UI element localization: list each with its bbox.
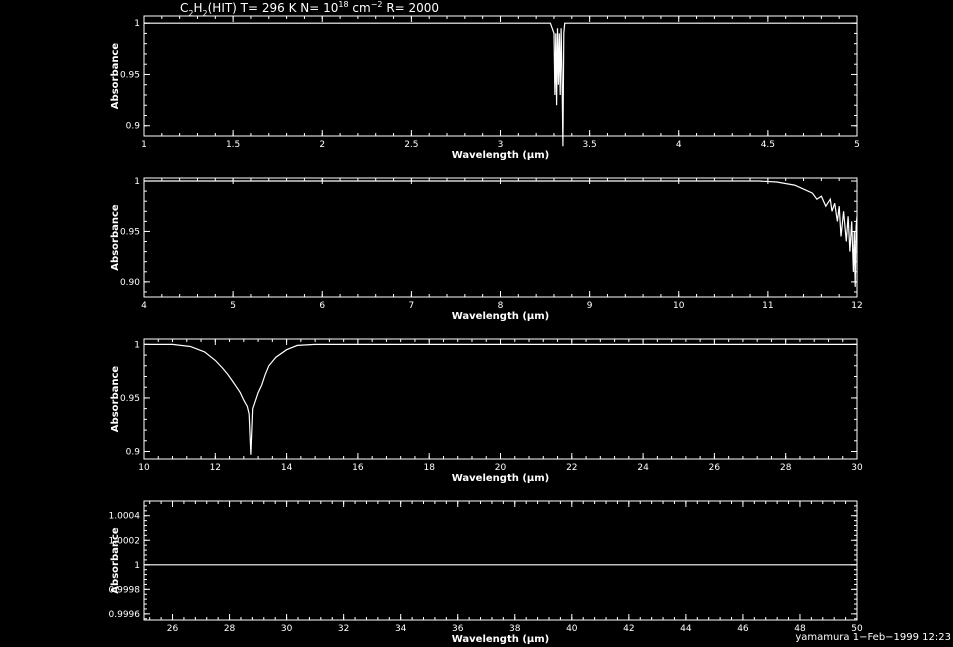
x-tick-label: 5 [230,301,236,311]
chart-panel-4: 26 28 30 32 34 36 38 40 42 44 46 48 500.99960.999811… [109,500,863,645]
x-tick-label: 4 [676,140,682,150]
spectrum-line [144,22,857,147]
y-tick-label: 0.9 [126,448,141,458]
y-tick-label: 0.90 [120,278,140,288]
spectrum-figure: C2H2(HIT) T= 296 K N= 1018 cm−2 R= 2000 … [109,0,952,645]
y-tick-label: 0.95 [120,394,140,404]
x-tick-label: 6 [319,301,325,311]
x-tick-label: 8 [498,301,504,311]
x-tick-label: 12 [210,463,221,473]
y-axis-label: Absorbance [110,204,121,271]
x-tick-label: 5 [854,140,860,150]
y-axis-label: Absorbance [110,527,121,594]
x-tick-label: 10 [138,463,150,473]
y-tick-label: 1 [134,561,140,571]
y-axis-label: Absorbance [110,366,121,433]
x-tick-label: 11 [762,301,773,311]
chart-panel-2: 4 5 6 7 8 9 10 11 12 0.90 0.95 1 Wavelength (μm) Abso… [110,177,863,322]
chart-panels: 1 1.5 2 2.5 3 3.5 4 4.5 50.90.951Wavelength (μm)… [109,15,863,645]
figure-title-text: C2H2(HIT) T= 296 K N= 1018 cm−2 R= 2000 [180,0,439,18]
x-tick-label: 34 [395,624,407,634]
x-tick-label: 1.5 [226,140,240,150]
y-axis-label: Absorbance [110,43,121,110]
spectrum-line [144,343,857,455]
plot-frame [143,500,858,621]
x-tick-label: 18 [423,463,435,473]
x-axis-label: Wavelength (μm) [452,311,550,322]
x-tick-label: 2.5 [404,140,418,150]
x-tick-label: 38 [509,624,521,634]
x-tick-label: 7 [409,301,415,311]
x-tick-label: 24 [637,463,649,473]
x-tick-label: 12 [851,301,862,311]
y-tick-label: 0.9 [126,122,141,132]
x-tick-label: 30 [281,624,293,634]
y-tick-label: 1.0004 [109,512,141,522]
x-axis-label: Wavelength (μm) [452,150,550,161]
x-tick-label: 14 [281,463,293,473]
x-tick-label: 16 [352,463,364,473]
x-tick-label: 28 [224,624,236,634]
x-tick-label: 42 [623,624,634,634]
plot-frame [143,177,858,298]
x-tick-label: 9 [587,301,593,311]
x-tick-label: 30 [851,463,863,473]
x-tick-label: 46 [737,624,749,634]
y-tick-label: 1 [134,340,140,350]
x-tick-label: 1 [141,140,147,150]
x-tick-label: 4 [141,301,147,311]
x-tick-label: 26 [167,624,179,634]
x-axis-label: Wavelength (μm) [452,473,550,484]
x-tick-label: 3 [498,140,504,150]
y-tick-label: 0.95 [120,70,140,80]
figure-title: C2H2(HIT) T= 296 K N= 1018 cm−2 R= 2000 [180,0,439,18]
x-tick-label: 26 [709,463,721,473]
x-tick-label: 28 [780,463,792,473]
spectrum-line [144,180,858,287]
x-tick-label: 2 [319,140,325,150]
x-tick-label: 36 [452,624,464,634]
y-tick-label: 1 [134,177,140,187]
chart-panel-1: 1 1.5 2 2.5 3 3.5 4 4.5 5 0.9 0.95 1 Wavelength (μm)… [110,15,860,161]
x-tick-label: 3.5 [582,140,596,150]
x-tick-label: 20 [495,463,507,473]
x-tick-label: 44 [680,624,692,634]
plot-frame [143,15,858,137]
x-axis-label: Wavelength (μm) [452,634,550,645]
x-tick-label: 4.5 [761,140,775,150]
chart-panel-3: 10 12 14 16 18 20 22 24 26 28 30 0.9 0.95 1 Wavelength… [110,338,863,484]
x-tick-label: 40 [566,624,578,634]
y-tick-label: 0.95 [120,227,140,237]
x-tick-label: 32 [338,624,349,634]
x-tick-label: 10 [673,301,685,311]
y-tick-label: 1 [134,19,140,29]
footer-timestamp: yamamura 1−Feb−1999 12:23 [795,632,951,643]
y-tick-label: 0.9996 [109,610,141,620]
x-tick-label: 22 [566,463,577,473]
